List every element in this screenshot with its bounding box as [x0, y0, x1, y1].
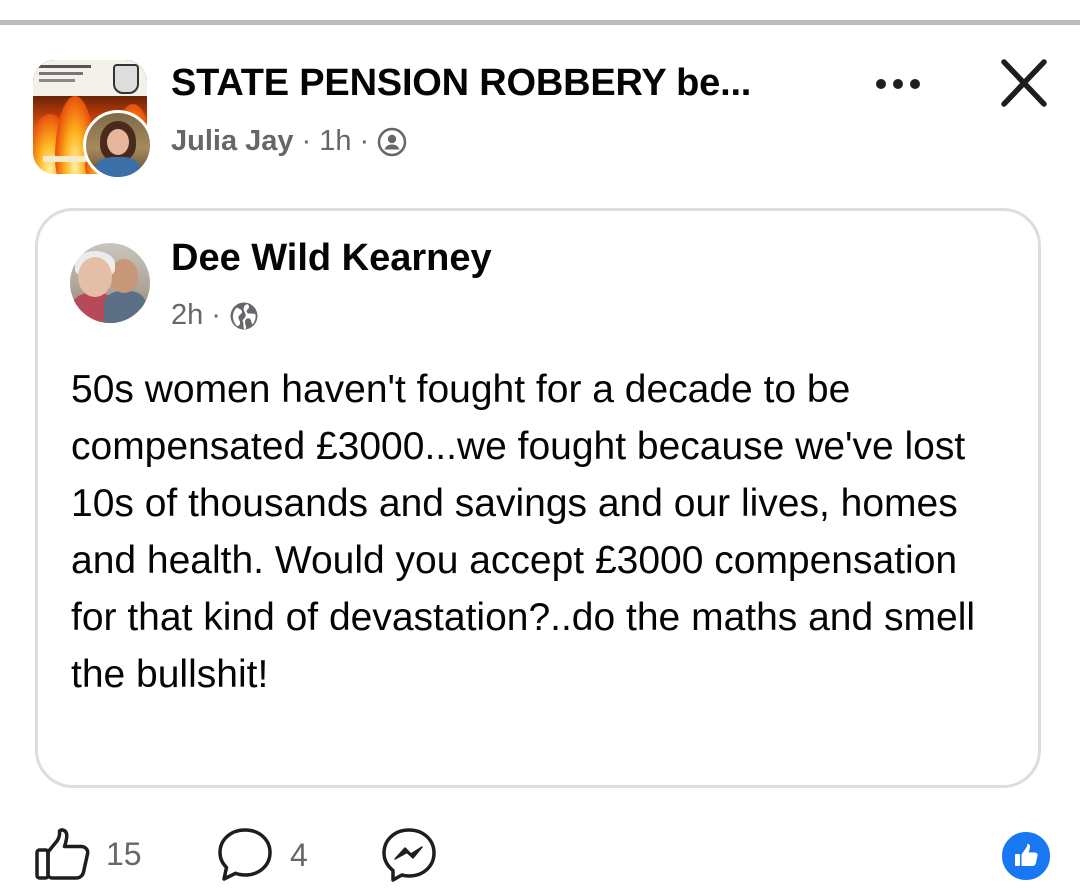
comment-count: 4: [290, 836, 308, 873]
close-button[interactable]: [994, 56, 1054, 112]
like-reaction-thumb-icon: [1015, 843, 1038, 866]
more-dot: [893, 79, 903, 89]
messenger-icon: [382, 828, 436, 882]
author-avatar[interactable]: [83, 110, 153, 180]
shared-post-meta: 2h ·: [171, 299, 259, 332]
post-time[interactable]: 1h: [319, 125, 351, 158]
shared-post-time[interactable]: 2h: [171, 299, 203, 332]
like-count: 15: [106, 835, 142, 872]
group-avatar[interactable]: [33, 60, 153, 180]
author-name[interactable]: Julia Jay: [171, 125, 294, 158]
top-divider: [0, 20, 1080, 25]
more-dot: [876, 79, 886, 89]
group-members-icon: [377, 127, 407, 157]
meta-separator: ·: [211, 299, 221, 331]
comment-button[interactable]: 4: [216, 826, 308, 884]
more-dot: [910, 79, 920, 89]
like-reaction-icon[interactable]: [1000, 830, 1052, 882]
like-button[interactable]: 15: [34, 826, 142, 882]
shared-post-card[interactable]: Dee Wild Kearney 2h · 50s women haven't …: [35, 208, 1041, 788]
meta-separator: ·: [359, 125, 370, 157]
post-actions-bar: 15 4: [0, 820, 1080, 883]
group-name[interactable]: STATE PENSION ROBBERY be...: [171, 62, 751, 105]
send-in-messenger-button[interactable]: [380, 826, 438, 889]
shared-author-name[interactable]: Dee Wild Kearney: [171, 237, 492, 280]
globe-icon: [229, 301, 259, 331]
more-options-button[interactable]: [866, 62, 930, 106]
comment-icon: [218, 828, 272, 881]
post-meta: Julia Jay · 1h ·: [171, 125, 407, 158]
shared-author-avatar[interactable]: [70, 243, 150, 323]
meta-separator: ·: [301, 125, 312, 157]
shared-post-text: 50s women haven't fought for a decade to…: [71, 368, 976, 696]
thumbs-up-icon: [35, 828, 90, 880]
close-icon: [1001, 59, 1047, 107]
